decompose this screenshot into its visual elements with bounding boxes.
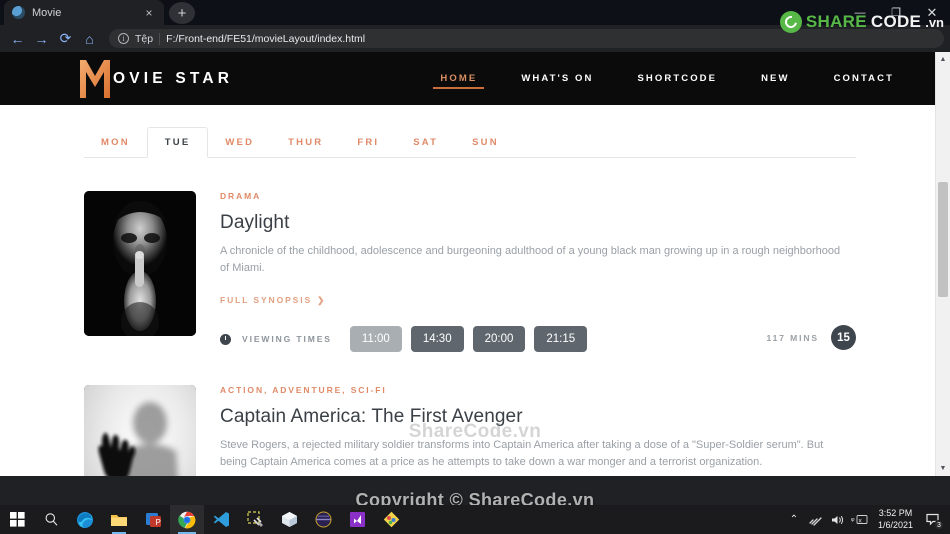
clock[interactable]: 3:52 PM 1/6/2021 xyxy=(871,505,920,534)
cube-icon[interactable] xyxy=(272,505,306,534)
chrome-icon[interactable] xyxy=(170,505,204,534)
close-window-button[interactable]: ✕ xyxy=(914,0,950,25)
svg-text:P: P xyxy=(155,518,160,527)
url-text: F:/Front-end/FE51/movieLayout/index.html xyxy=(166,32,366,45)
movie-list: DRAMA Daylight A chronicle of the childh… xyxy=(84,158,856,476)
movie-meta: 117 MINS 15 xyxy=(766,325,856,351)
shushing-face-poster[interactable] xyxy=(84,191,196,336)
movie-description: Steve Rogers, a rejected military soldie… xyxy=(220,439,824,469)
close-icon[interactable]: × xyxy=(142,6,156,20)
page-scrollbar[interactable]: ▲ ▼ xyxy=(935,52,950,476)
forward-icon[interactable]: → xyxy=(30,27,53,50)
time-chip[interactable]: 21:15 xyxy=(534,326,588,353)
chevron-right-icon: ❯ xyxy=(317,294,327,305)
viewing-times-row: VIEWING TIMES 11:00 14:30 20:00 21:15 xyxy=(220,326,856,353)
office-icon[interactable]: P xyxy=(136,505,170,534)
full-synopsis-link[interactable]: FULL SYNOPSIS ❯ xyxy=(220,295,326,306)
system-tray: ⌃ ᵠ x 3:52 PM 1/6/2021 3 xyxy=(783,505,950,534)
back-icon[interactable]: ← xyxy=(6,27,29,50)
movie-title[interactable]: Captain America: The First Avenger xyxy=(220,406,856,428)
time-chip[interactable]: 20:00 xyxy=(472,326,526,353)
hands-on-glass-poster[interactable] xyxy=(84,385,196,476)
scheme-label: Tệp xyxy=(135,32,154,45)
main-nav: HOME WHAT'S ON SHORTCODE NEW CONTACT xyxy=(418,52,916,105)
day-tab-mon[interactable]: MON xyxy=(84,128,147,157)
svg-text:ᵠ: ᵠ xyxy=(851,516,855,525)
movie-item: ACTION, ADVENTURE, SCI-FI Captain Americ… xyxy=(84,352,856,476)
circle-app-icon[interactable] xyxy=(306,505,340,534)
scroll-up-icon[interactable]: ▲ xyxy=(936,52,950,67)
movie-title[interactable]: Daylight xyxy=(220,212,856,234)
taskbar-icons: P xyxy=(0,505,408,534)
paint-icon[interactable] xyxy=(374,505,408,534)
movie-genre: ACTION, ADVENTURE, SCI-FI xyxy=(220,385,387,396)
tools-icon[interactable] xyxy=(238,505,272,534)
day-tab-fri[interactable]: FRI xyxy=(340,128,396,157)
visual-studio-icon[interactable] xyxy=(340,505,374,534)
edge-icon[interactable] xyxy=(68,505,102,534)
browser-tab[interactable]: Movie × xyxy=(4,0,164,25)
screen: Movie × + — ❐ ✕ ← → ⟳ ⌂ i Tệp F:/Front-e… xyxy=(0,0,950,534)
day-tab-sat[interactable]: SAT xyxy=(396,128,455,157)
taskbar: P ⌃ ᵠ x 3:52 PM 1/6/2021 3 xyxy=(0,505,950,534)
start-button[interactable] xyxy=(0,505,34,534)
viewing-times-label: VIEWING TIMES xyxy=(242,334,332,345)
movie-description: A chronicle of the childhood, adolescenc… xyxy=(220,245,841,275)
minimize-button[interactable]: — xyxy=(842,0,878,25)
clock-time: 3:52 PM xyxy=(878,508,913,519)
day-tab-thur[interactable]: THUR xyxy=(271,128,340,157)
browser-window: Movie × + — ❐ ✕ ← → ⟳ ⌂ i Tệp F:/Front-e… xyxy=(0,0,950,505)
nav-item-new[interactable]: NEW xyxy=(739,52,811,105)
clock-icon xyxy=(220,333,231,345)
site-info-icon[interactable]: i xyxy=(118,33,129,44)
age-rating-badge: 15 xyxy=(831,325,856,351)
full-synopsis-label: FULL SYNOPSIS xyxy=(220,295,313,306)
window-controls: — ❐ ✕ xyxy=(842,0,950,25)
chevron-up-icon[interactable]: ⌃ xyxy=(783,505,805,534)
time-chip[interactable]: 11:00 xyxy=(349,326,402,353)
reload-icon[interactable]: ⟳ xyxy=(54,27,77,50)
movie-duration: 117 MINS xyxy=(766,332,819,343)
network-icon[interactable] xyxy=(805,505,827,534)
tab-title: Movie xyxy=(32,6,62,19)
nav-item-contact[interactable]: CONTACT xyxy=(812,52,916,105)
divider xyxy=(159,32,161,45)
volume-icon[interactable] xyxy=(827,505,849,534)
notification-center-button[interactable]: 3 xyxy=(920,505,946,534)
day-tab-tue[interactable]: TUE xyxy=(146,127,209,158)
browser-toolbar: ← → ⟳ ⌂ i Tệp F:/Front-end/FE51/movieLay… xyxy=(0,25,950,52)
notification-badge: 3 xyxy=(934,520,944,530)
home-icon[interactable]: ⌂ xyxy=(78,27,101,50)
movie-item: DRAMA Daylight A chronicle of the childh… xyxy=(84,158,856,353)
logo-m-icon xyxy=(80,59,110,98)
nav-item-whats-on[interactable]: WHAT'S ON xyxy=(499,52,615,105)
page-viewport: OVIE STAR HOME WHAT'S ON SHORTCODE NEW C… xyxy=(0,52,950,476)
day-tab-wed[interactable]: WED xyxy=(208,128,271,157)
vscode-icon[interactable] xyxy=(204,505,238,534)
address-bar[interactable]: i Tệp F:/Front-end/FE51/movieLayout/inde… xyxy=(109,29,944,48)
maximize-button[interactable]: ❐ xyxy=(878,0,914,25)
time-chip[interactable]: 14:30 xyxy=(410,326,464,353)
language-icon[interactable]: ᵠ x xyxy=(849,505,871,534)
day-tab-sun[interactable]: SUN xyxy=(455,128,516,157)
file-explorer-icon[interactable] xyxy=(102,505,136,534)
movie-details: ACTION, ADVENTURE, SCI-FI Captain Americ… xyxy=(220,385,856,476)
nav-item-home[interactable]: HOME xyxy=(418,52,499,105)
movie-genre: DRAMA xyxy=(220,191,262,201)
nav-item-shortcode[interactable]: SHORTCODE xyxy=(615,52,739,105)
search-button[interactable] xyxy=(34,505,68,534)
globe-icon xyxy=(12,6,25,19)
clock-date: 1/6/2021 xyxy=(877,519,913,530)
movie-details: DRAMA Daylight A chronicle of the childh… xyxy=(220,191,856,353)
scrollbar-thumb[interactable] xyxy=(938,182,948,297)
day-tabs: MON TUE WED THUR FRI SAT SUN xyxy=(84,105,856,158)
new-tab-button[interactable]: + xyxy=(169,2,195,24)
site-header: OVIE STAR HOME WHAT'S ON SHORTCODE NEW C… xyxy=(0,52,950,105)
site-logo[interactable]: OVIE STAR xyxy=(80,59,234,98)
tab-strip: Movie × + — ❐ ✕ xyxy=(0,0,950,25)
logo-text: OVIE STAR xyxy=(113,69,234,87)
scroll-down-icon[interactable]: ▼ xyxy=(936,461,950,476)
